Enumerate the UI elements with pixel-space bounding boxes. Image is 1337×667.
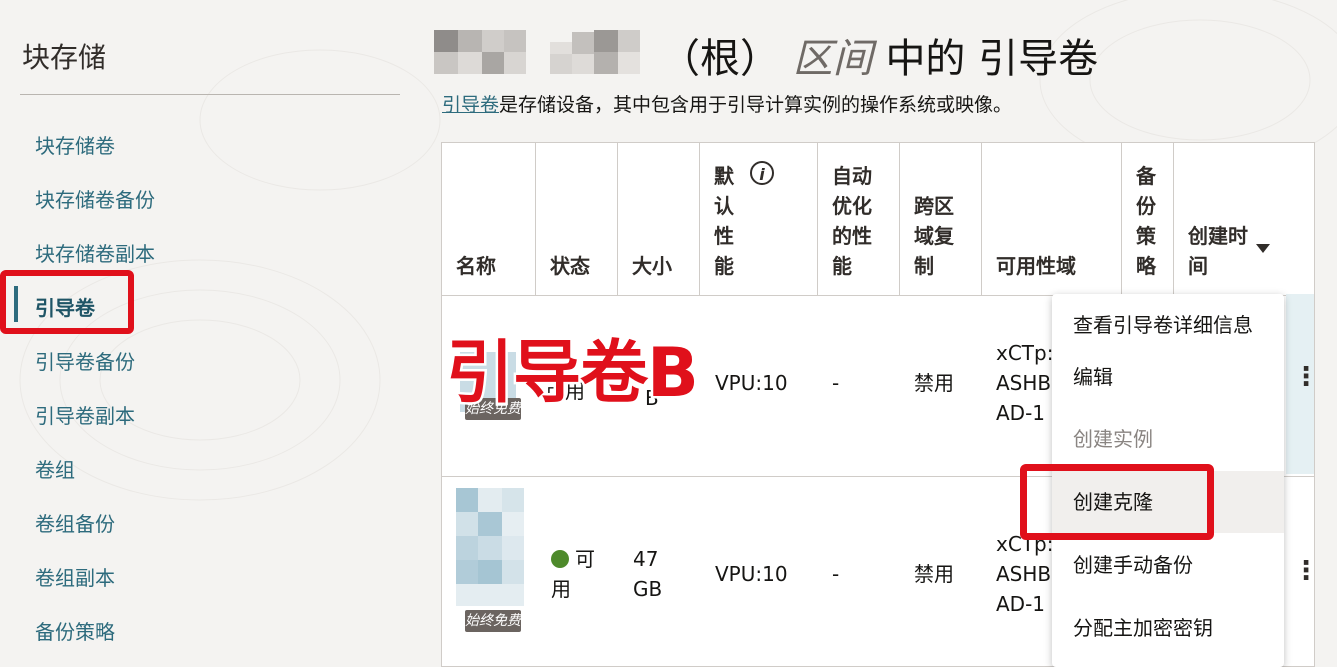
row-actions-kebab-icon[interactable]: ⋮ [1293,364,1319,390]
sidebar-title: 块存储 [22,41,107,74]
row-size-unit: GB [633,577,663,601]
annotation-highlight-box [1020,464,1214,540]
column-header-size[interactable]: 大小 [618,143,700,295]
boot-volume-help-link[interactable]: 引导卷 [442,94,499,116]
info-icon[interactable]: i [750,161,774,185]
menu-item-assign-master-key[interactable]: 分配主加密密钥 [1052,597,1284,659]
column-header-cross-region[interactable]: 跨区域复制 [900,143,982,295]
annotation-label: 引导卷B [444,332,702,416]
row-ad-line2: ASHB [996,562,1052,586]
menu-item-create-instance: 创建实例 [1073,427,1153,451]
row-ad-line1: xCTp: [996,341,1054,365]
annotation-highlight-box [0,270,134,334]
menu-item-edit[interactable]: 编辑 [1052,346,1284,408]
sidebar-item-block-volumes[interactable]: 块存储卷 [35,130,115,159]
sidebar-divider [20,94,400,95]
menu-item-create-manual-backup[interactable]: 创建手动备份 [1052,534,1284,596]
sidebar-item-volume-group-replicas[interactable]: 卷组副本 [35,562,115,591]
sort-descending-icon[interactable] [1256,244,1270,253]
column-header-name[interactable]: 名称 [442,143,536,295]
sidebar: 块存储 块存储卷 块存储卷备份 块存储卷副本 引导卷 引导卷备份 引导卷副本 卷… [0,0,420,667]
page-description: 引导卷是存储设备，其中包含用于引导计算实例的操作系统或映像。 [442,90,1012,117]
row-default-performance: VPU:10 [715,371,788,395]
row-ad-line2: ASHB [996,371,1052,395]
always-free-badge: 始终免费 [465,610,521,632]
page-title-compartment: 区间 [792,36,873,82]
row-auto-tune: - [832,371,840,395]
page-title-main: 中的 引导卷 [885,36,1099,82]
column-header-status[interactable]: 状态 [536,143,618,295]
sidebar-item-volume-groups[interactable]: 卷组 [35,454,75,483]
sidebar-item-volume-group-backups[interactable]: 卷组备份 [35,508,115,537]
page-title: （根） 区间 中的 引导卷 [660,26,1098,84]
row-auto-tune: - [832,562,840,586]
sidebar-item-block-volume-replicas[interactable]: 块存储卷副本 [35,238,155,267]
page-description-text: 是存储设备，其中包含用于引导计算实例的操作系统或映像。 [499,94,1013,116]
row-ad-line3: AD-1 [996,401,1046,425]
status-available-icon [551,550,569,568]
row-cross-region: 禁用 [914,562,954,586]
column-header-backup-policy[interactable]: 备份策略 [1122,143,1174,295]
sidebar-item-block-volume-backups[interactable]: 块存储卷备份 [35,184,155,213]
row-size-number: 47 [633,547,659,571]
row-ad-line3: AD-1 [996,592,1046,616]
column-header-created[interactable]: 创建时间 [1174,143,1314,295]
row-status: 可用 [551,547,595,601]
column-header-auto-tune[interactable]: 自动优化的性能 [818,143,900,295]
row-cross-region: 禁用 [914,371,954,395]
sidebar-item-boot-volume-replicas[interactable]: 引导卷副本 [35,400,135,429]
column-header-default-performance[interactable]: 默认性能 i [700,143,818,295]
sidebar-item-backup-policies[interactable]: 备份策略 [35,616,115,645]
row-default-performance: VPU:10 [715,562,788,586]
row-actions-kebab-icon[interactable]: ⋮ [1293,558,1319,584]
column-header-availability-domain[interactable]: 可用性域 [982,143,1122,295]
sidebar-item-boot-volume-backups[interactable]: 引导卷备份 [35,346,135,375]
page-title-root: （根） [660,36,780,82]
